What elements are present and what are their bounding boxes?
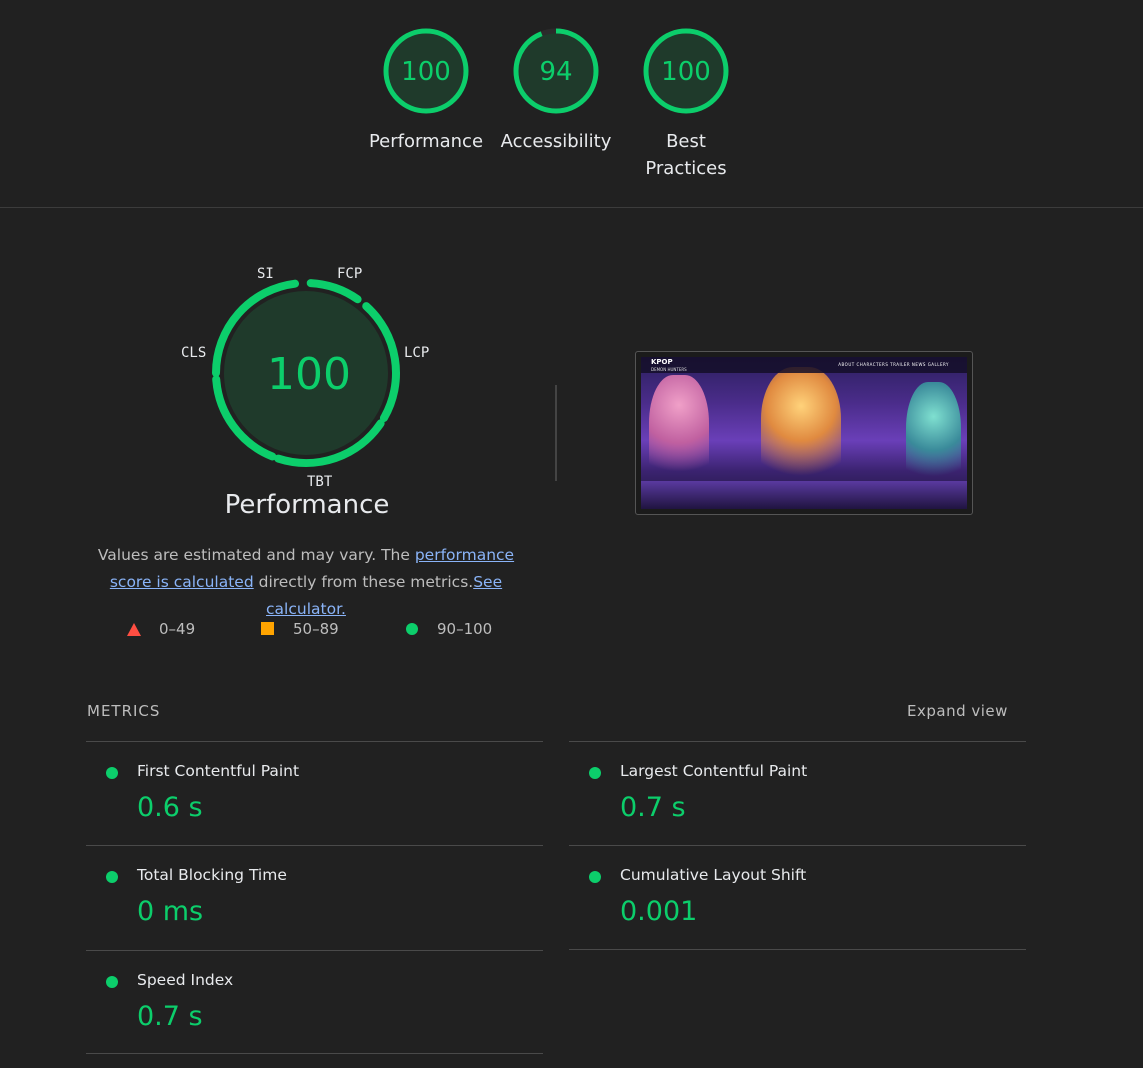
performance-description: Values are estimated and may vary. The p…	[75, 542, 537, 623]
header-divider	[0, 207, 1143, 208]
final-screenshot[interactable]: KPOP DEMON HUNTERS ABOUT CHARACTERS TRAIL…	[635, 351, 973, 515]
metric-si: Speed Index 0.7 s	[86, 951, 543, 1053]
pass-circle-icon	[589, 767, 601, 779]
category-score: 94	[539, 57, 572, 87]
metric-name: Largest Contentful Paint	[620, 762, 808, 780]
metric-value: 0.7 s	[620, 792, 686, 823]
category-score: 100	[401, 57, 451, 87]
gauge-label-fcp: FCP	[337, 266, 363, 282]
screenshot-image: KPOP DEMON HUNTERS ABOUT CHARACTERS TRAIL…	[641, 357, 967, 509]
description-text: Values are estimated and may vary. The	[97, 546, 415, 564]
square-icon	[261, 622, 274, 635]
performance-title: Performance	[224, 490, 390, 520]
metric-lcp: Largest Contentful Paint 0.7 s	[569, 742, 1026, 845]
screenshot-logo: KPOP DEMON HUNTERS	[651, 358, 687, 373]
legend-range: 90–100	[437, 620, 493, 638]
pass-circle-icon	[106, 976, 118, 988]
performance-gauge: 100	[212, 279, 400, 467]
metric-name: Cumulative Layout Shift	[620, 866, 807, 884]
gauge-ring-icon: 100	[643, 28, 729, 114]
metric-value: 0.7 s	[137, 1001, 203, 1032]
category-label: Performance	[368, 131, 484, 152]
gauge-ring-icon: 94	[513, 28, 599, 114]
legend-pass: 90–100	[405, 620, 492, 638]
metrics-header: METRICS	[87, 702, 161, 720]
vertical-divider	[555, 385, 557, 481]
category-gauge-accessibility[interactable]: 94 Accessibility	[491, 26, 621, 155]
metric-value: 0.001	[620, 896, 698, 927]
metric-value: 0.6 s	[137, 792, 203, 823]
legend-range: 50–89	[293, 620, 339, 638]
pass-circle-icon	[106, 871, 118, 883]
category-gauge-best-practices[interactable]: 100 Best Practices	[621, 26, 751, 182]
category-label: Accessibility	[500, 131, 612, 152]
metric-name: Total Blocking Time	[137, 866, 287, 884]
legend-range: 0–49	[159, 620, 196, 638]
metric-value: 0 ms	[137, 896, 204, 927]
screenshot-nav-links: ABOUT CHARACTERS TRAILER NEWS GALLERY	[838, 362, 949, 367]
gauge-label-cls: CLS	[181, 345, 207, 361]
triangle-icon	[127, 622, 141, 636]
metric-divider	[569, 949, 1026, 950]
metric-cls: Cumulative Layout Shift 0.001	[569, 846, 1026, 949]
gauge-label-lcp: LCP	[404, 345, 430, 361]
legend-average: 50–89	[261, 620, 339, 638]
gauge-ring-icon: 100	[383, 28, 469, 114]
pass-circle-icon	[106, 767, 118, 779]
legend-fail: 0–49	[127, 620, 195, 638]
pass-circle-icon	[589, 871, 601, 883]
performance-score: 100	[267, 349, 351, 400]
circle-icon	[406, 623, 418, 635]
screenshot-navbar: KPOP DEMON HUNTERS ABOUT CHARACTERS TRAIL…	[641, 357, 967, 373]
metric-name: First Contentful Paint	[137, 762, 300, 780]
gauge-label-si: SI	[257, 266, 274, 282]
metric-fcp: First Contentful Paint 0.6 s	[86, 742, 543, 845]
metric-divider	[86, 1053, 543, 1054]
category-gauge-performance[interactable]: 100 Performance	[361, 26, 491, 155]
description-text: directly from these metrics.	[253, 573, 474, 591]
category-score: 100	[661, 57, 711, 87]
category-label: Best Practices	[645, 131, 727, 179]
metric-name: Speed Index	[137, 971, 234, 989]
gauge-label-tbt: TBT	[307, 474, 333, 490]
metric-tbt: Total Blocking Time 0 ms	[86, 846, 543, 950]
expand-view-button[interactable]: Expand view	[907, 702, 1008, 720]
